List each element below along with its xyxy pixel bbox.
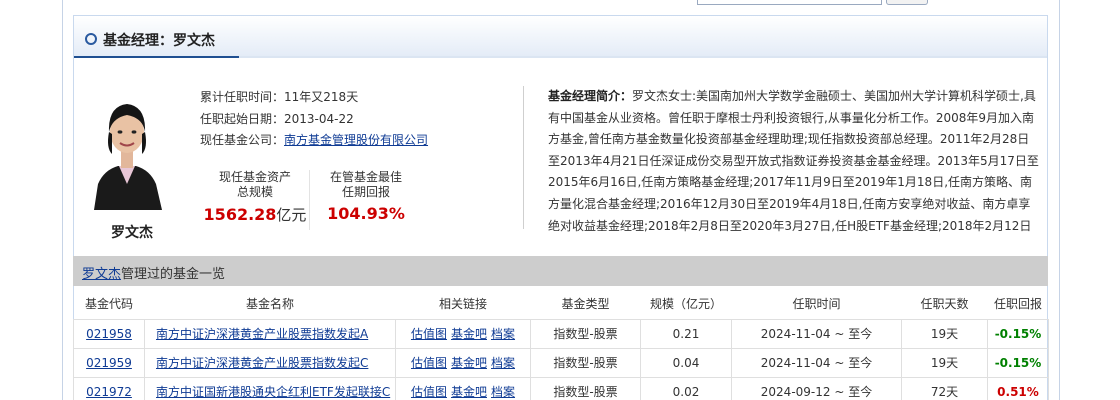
fund-list-title-suffix: 管理过的基金一览 [121,267,226,282]
fund-code-link[interactable]: 021959 [86,356,132,370]
fund-list-title: 罗文杰管理过的基金一览 [82,263,225,282]
bio-text: 罗文杰女士:美国南加州大学数学金融硕士、美国加州大学计算机科学硕士,具有中国基金… [548,89,1039,233]
fund-size: 0.04 [640,347,732,378]
table-row: 021972 南方中证国新港股通央企红利ETF发起联接C 估值图 基金吧 档案 指数… [73,376,1049,400]
company-row: 现任基金公司：南方基金管理股份有限公司 [200,131,428,148]
column-header: 任职天数 [901,289,988,320]
manager-bio: 基金经理简介：罗文杰女士:美国南加州大学数学金融硕士、美国加州大学计算机科学硕士… [548,86,1040,236]
table-header-row: 基金代码 基金名称 相关链接 基金类型 规模（亿元） 任职时间 任职天数 任职回… [73,289,1049,320]
valuation-chart-link[interactable]: 估值图 [411,385,447,399]
fund-name-link[interactable]: 南方中证沪深港黄金产业股票指数发起C [156,356,368,370]
best-return-value: 104.93% [327,204,405,223]
tenure-period: 2024-11-04 ~ 至今 [731,347,902,378]
assets-unit: 亿元 [276,206,307,224]
tenure-row: 累计任职时间：11年又218天 [200,88,358,105]
start-date-row: 任职起始日期：2013-04-22 [200,110,354,127]
manager-photo [88,88,166,210]
fund-profile-link[interactable]: 档案 [491,356,515,370]
valuation-chart-link[interactable]: 估值图 [411,356,447,370]
fund-list-header: 罗文杰管理过的基金一览 [73,256,1048,286]
panel-header: 基金经理：罗文杰 [74,16,1047,58]
tenure-return: -0.15% [987,347,1049,378]
manager-link[interactable]: 罗文杰 [82,267,121,282]
fund-code-link[interactable]: 021972 [86,385,132,399]
tenure-return: -0.15% [987,318,1049,349]
panel-title: 基金经理：罗文杰 [103,33,215,49]
tenure-return: 0.51% [987,376,1049,400]
fund-profile-link[interactable]: 档案 [491,327,515,341]
tenure-period: 2024-09-12 ~ 至今 [731,376,902,400]
fund-type: 指数型-股票 [530,376,641,400]
fund-code-link[interactable]: 021958 [86,327,132,341]
tenure-value: 11年又218天 [284,90,359,104]
assets-label: 现任基金资产 总规模 [205,170,305,200]
fund-type: 指数型-股票 [530,318,641,349]
column-header: 基金代码 [73,289,145,320]
search-input[interactable] [697,0,882,5]
best-return-label-line2: 任期回报 [341,185,390,199]
fund-profile-link[interactable]: 档案 [491,385,515,399]
column-header: 规模（亿元） [640,289,732,320]
best-return-label: 在管基金最佳 任期回报 [316,170,416,200]
start-date-label: 任职起始日期： [200,112,285,126]
column-header: 任职回报 [987,289,1049,320]
company-link[interactable]: 南方基金管理股份有限公司 [284,133,428,147]
tenure-days: 19天 [901,347,988,378]
circle-bullet-icon [85,33,97,45]
fund-name-link[interactable]: 南方中证沪深港黄金产业股票指数发起A [156,327,368,341]
assets-label-line1: 现任基金资产 [218,170,291,184]
fund-forum-link[interactable]: 基金吧 [451,385,487,399]
column-header: 基金名称 [144,289,396,320]
section-divider [523,86,524,229]
search-button[interactable] [886,0,928,5]
column-header: 基金类型 [530,289,641,320]
tenure-label: 累计任职时间： [200,90,285,104]
manager-name: 罗文杰 [111,225,153,241]
column-header: 相关链接 [395,289,531,320]
table-row: 021959 南方中证沪深港黄金产业股票指数发起C 估值图 基金吧 档案 指数型-股… [73,347,1049,378]
tenure-period: 2024-11-04 ~ 至今 [731,318,902,349]
fund-table: 基金代码 基金名称 相关链接 基金类型 规模（亿元） 任职时间 任职天数 任职回… [73,289,1049,400]
assets-value: 1562.28亿元 [200,204,310,225]
assets-label-line2: 总规模 [236,185,273,199]
stat-divider [309,170,310,230]
fund-forum-link[interactable]: 基金吧 [451,356,487,370]
bio-label: 基金经理简介： [548,89,633,103]
valuation-chart-link[interactable]: 估值图 [411,327,447,341]
column-header: 任职时间 [731,289,902,320]
table-row: 021958 南方中证沪深港黄金产业股票指数发起A 估值图 基金吧 档案 指数型-股… [73,318,1049,349]
title-underline [74,56,239,58]
fund-forum-link[interactable]: 基金吧 [451,327,487,341]
fund-size: 0.02 [640,376,732,400]
assets-number: 1562.28 [203,205,277,224]
best-return-label-line1: 在管基金最佳 [329,170,402,184]
start-date-value: 2013-04-22 [284,112,354,126]
fund-type: 指数型-股票 [530,347,641,378]
fund-name-link[interactable]: 南方中证国新港股通央企红利ETF发起联接C [156,385,390,399]
fund-size: 0.21 [640,318,732,349]
tenure-days: 72天 [901,376,988,400]
company-label: 现任基金公司： [200,133,285,147]
tenure-days: 19天 [901,318,988,349]
